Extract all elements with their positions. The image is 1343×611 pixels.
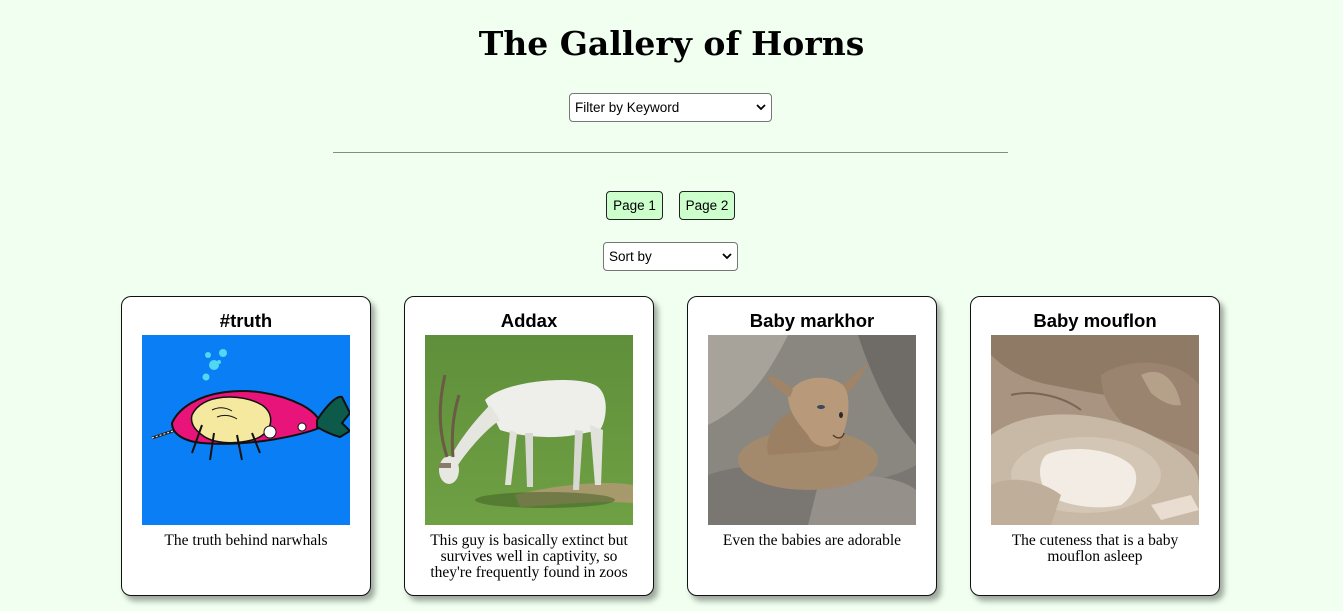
divider bbox=[333, 152, 1008, 153]
horn-card-baby-markhor[interactable]: Baby markhor Even the babies are adorabl… bbox=[687, 296, 937, 596]
card-title: Baby markhor bbox=[749, 310, 875, 331]
card-description: The cuteness that is a baby mouflon asle… bbox=[1011, 532, 1179, 565]
chevron-down-icon bbox=[722, 253, 732, 260]
keyword-filter-select[interactable]: Filter by Keyword bbox=[569, 93, 772, 122]
card-description: Even the babies are adorable bbox=[722, 532, 902, 549]
page-title: The Gallery of Horns bbox=[478, 24, 865, 63]
horn-card-addax[interactable]: Addax This guy is basically extinct but … bbox=[404, 296, 654, 596]
page-1-button[interactable]: Page 1 bbox=[606, 191, 663, 220]
card-image bbox=[142, 335, 350, 525]
card-image bbox=[425, 335, 633, 525]
keyword-filter-selected-value: Filter by Keyword bbox=[575, 100, 680, 115]
card-description: The truth behind narwhals bbox=[164, 532, 328, 549]
narwhal-illustration-icon bbox=[142, 335, 350, 525]
sort-select[interactable]: Sort by bbox=[603, 242, 738, 271]
card-title: Baby mouflon bbox=[1033, 310, 1157, 331]
page-2-button[interactable]: Page 2 bbox=[679, 191, 735, 220]
horn-card-baby-mouflon[interactable]: Baby mouflon The cuteness that is a baby… bbox=[970, 296, 1220, 596]
baby-mouflon-photo-icon bbox=[991, 335, 1199, 525]
addax-photo-icon bbox=[425, 335, 633, 525]
card-title: Addax bbox=[500, 310, 558, 331]
chevron-down-icon bbox=[756, 104, 766, 111]
card-image bbox=[708, 335, 916, 525]
baby-markhor-photo-icon bbox=[708, 335, 916, 525]
card-title: #truth bbox=[219, 310, 273, 331]
horn-card-truth[interactable]: #truth The truth behind narwhals bbox=[121, 296, 371, 596]
sort-selected-value: Sort by bbox=[609, 249, 652, 264]
card-description: This guy is basically extinct but surviv… bbox=[430, 532, 628, 581]
card-image bbox=[991, 335, 1199, 525]
